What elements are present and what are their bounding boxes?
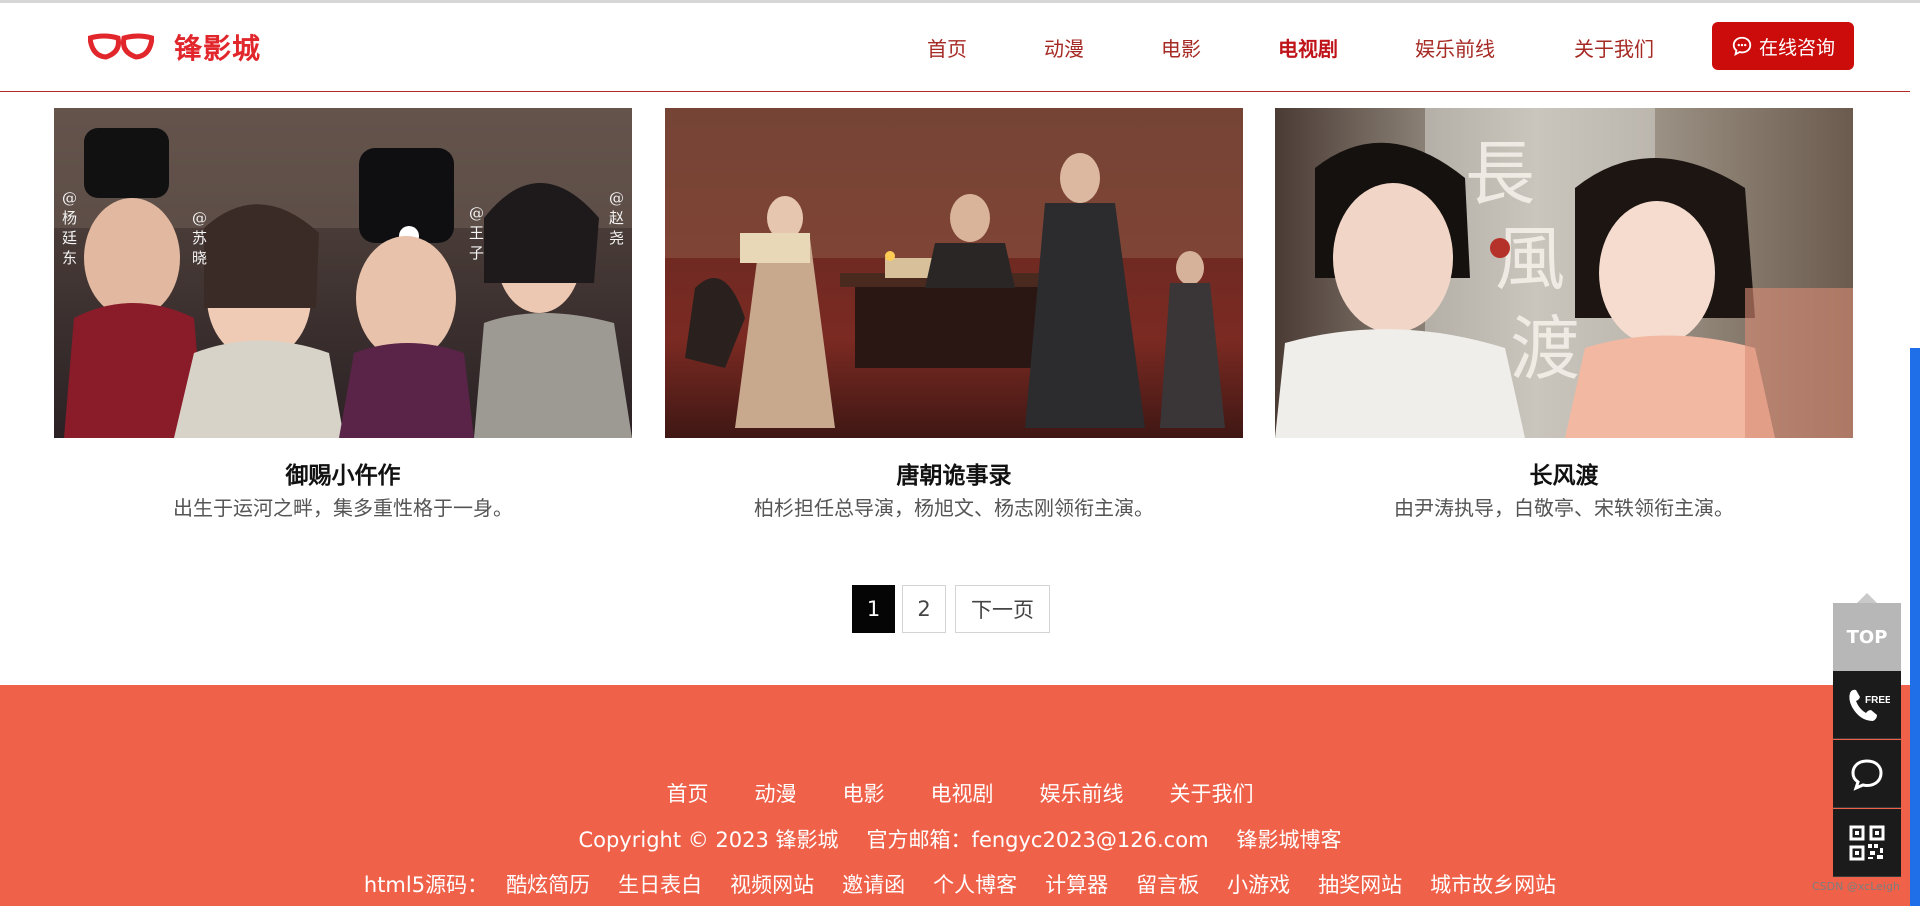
drama-desc: 由尹涛执导，白敬亭、宋轶领衔主演。 — [1394, 496, 1734, 520]
footer-nav-movie[interactable]: 电影 — [843, 778, 885, 808]
footer-info: Copyright © 2023 锋影城 官方邮箱：fengyc2023@126… — [0, 824, 1920, 854]
footer-nav: 首页 动漫 电影 电视剧 娱乐前线 关于我们 — [0, 778, 1920, 808]
svg-text:廷: 廷 — [62, 229, 77, 247]
footer-nav-about[interactable]: 关于我们 — [1170, 778, 1254, 808]
svg-text:尧: 尧 — [609, 229, 624, 247]
page-current[interactable]: 1 — [852, 585, 895, 633]
footer-nav-tv-series[interactable]: 电视剧 — [931, 778, 994, 808]
svg-text:子: 子 — [469, 244, 484, 262]
source-link-blog[interactable]: 个人博客 — [933, 869, 1017, 899]
site-footer: 首页 动漫 电影 电视剧 娱乐前线 关于我们 Copyright © 2023 … — [0, 685, 1920, 906]
svg-text:王: 王 — [469, 224, 484, 242]
watermark-text: CSDN @xcLeigh — [1812, 880, 1900, 893]
svg-text:@: @ — [469, 204, 484, 222]
svg-text:長: 長 — [1465, 133, 1535, 215]
nav-about[interactable]: 关于我们 — [1574, 33, 1654, 62]
source-link-calculator[interactable]: 计算器 — [1045, 869, 1108, 899]
back-to-top-button[interactable]: TOP — [1833, 593, 1901, 671]
source-links-label: html5源码： — [363, 873, 489, 897]
source-link-birthday[interactable]: 生日表白 — [618, 869, 702, 899]
phone-button[interactable]: FREE — [1833, 671, 1901, 739]
footer-nav-entertainment[interactable]: 娱乐前线 — [1040, 778, 1124, 808]
phone-free-icon: FREE — [1849, 689, 1890, 721]
drama-card[interactable]: 長風渡 长风渡 由尹涛执导，白敬亭、宋轶领衔主演。 — [1275, 108, 1853, 520]
svg-text:@: @ — [609, 189, 624, 207]
online-consult-button[interactable]: 在线咨询 — [1712, 22, 1854, 70]
svg-text:赵: 赵 — [609, 209, 624, 227]
footer-nav-anime[interactable]: 动漫 — [755, 778, 797, 808]
nav-home[interactable]: 首页 — [927, 33, 967, 62]
copyright-text: Copyright © 2023 锋影城 — [578, 828, 839, 852]
source-link-hometown[interactable]: 城市故乡网站 — [1430, 869, 1556, 899]
footer-nav-home[interactable]: 首页 — [667, 778, 709, 808]
source-link-lottery[interactable]: 抽奖网站 — [1318, 869, 1402, 899]
svg-text:东: 东 — [62, 249, 77, 267]
brand-name: 锋影城 — [174, 32, 262, 65]
drama-title[interactable]: 长风渡 — [1275, 456, 1853, 490]
online-consult-label: 在线咨询 — [1758, 36, 1835, 59]
svg-text:@: @ — [62, 189, 77, 207]
official-email[interactable]: 官方邮箱：fengyc2023@126.com — [867, 824, 1209, 854]
chat-button[interactable] — [1833, 740, 1901, 808]
source-link-invitation[interactable]: 邀请函 — [842, 869, 905, 899]
drama-poster-yucixiaowuzuo[interactable]: @ 杨廷东 @ 苏晓 @ 王子 @ 赵尧 — [54, 108, 632, 438]
page-2[interactable]: 2 — [902, 585, 946, 633]
svg-text:晓: 晓 — [192, 249, 207, 267]
drama-title[interactable]: 唐朝诡事录 — [665, 456, 1243, 490]
chat-bubble-icon — [1732, 36, 1752, 57]
source-link-resume[interactable]: 酷炫简历 — [506, 869, 590, 899]
source-link-mini-game[interactable]: 小游戏 — [1227, 869, 1290, 899]
nav-entertainment[interactable]: 娱乐前线 — [1415, 33, 1495, 62]
drama-desc: 柏杉担任总导演，杨旭文、杨志刚领衔主演。 — [754, 496, 1154, 520]
svg-text:風: 風 — [1495, 218, 1565, 300]
next-page-button[interactable]: 下一页 — [955, 585, 1050, 633]
blog-link[interactable]: 锋影城博客 — [1237, 824, 1342, 854]
footer-source-links: html5源码： 酷炫简历 生日表白 视频网站 邀请函 个人博客 计算器 留言板… — [0, 869, 1920, 899]
drama-poster-tangchaoguishilu[interactable] — [665, 108, 1243, 438]
drama-poster-changfengdu[interactable]: 長風渡 — [1275, 108, 1853, 438]
svg-text:渡: 渡 — [1510, 308, 1580, 390]
svg-text:杨: 杨 — [62, 209, 77, 227]
svg-text:@: @ — [192, 209, 207, 227]
nav-movie[interactable]: 电影 — [1161, 33, 1201, 62]
drama-title[interactable]: 御赐小仵作 — [54, 456, 632, 490]
source-link-message-board[interactable]: 留言板 — [1136, 869, 1199, 899]
page-scrollbar[interactable] — [1910, 348, 1920, 906]
phone-free-badge: FREE — [1865, 695, 1890, 706]
svg-text:苏: 苏 — [192, 229, 207, 247]
site-header: 锋影城 首页 动漫 电影 电视剧 娱乐前线 关于我们 在线咨询 — [0, 3, 1910, 92]
pagination: 1 2 下一页 — [852, 585, 1050, 633]
nav-tv-series[interactable]: 电视剧 — [1278, 33, 1338, 62]
chat-icon — [1851, 758, 1883, 791]
source-link-video-site[interactable]: 视频网站 — [730, 869, 814, 899]
drama-desc: 出生于运河之畔，集多重性格于一身。 — [173, 496, 513, 520]
qr-code-button[interactable] — [1833, 809, 1901, 877]
nav-anime[interactable]: 动漫 — [1044, 33, 1084, 62]
qr-code-icon — [1849, 825, 1885, 860]
site-logo[interactable]: 锋影城 — [88, 25, 261, 69]
back-to-top-label: TOP — [1846, 626, 1888, 648]
drama-card[interactable]: 唐朝诡事录 柏杉担任总导演，杨旭文、杨志刚领衔主演。 — [665, 108, 1243, 520]
logo-glasses-icon — [88, 33, 154, 60]
drama-card[interactable]: @ 杨廷东 @ 苏晓 @ 王子 @ 赵尧 御赐小仵作 出生于运河之畔，集多重性格于一身。 — [54, 108, 632, 520]
